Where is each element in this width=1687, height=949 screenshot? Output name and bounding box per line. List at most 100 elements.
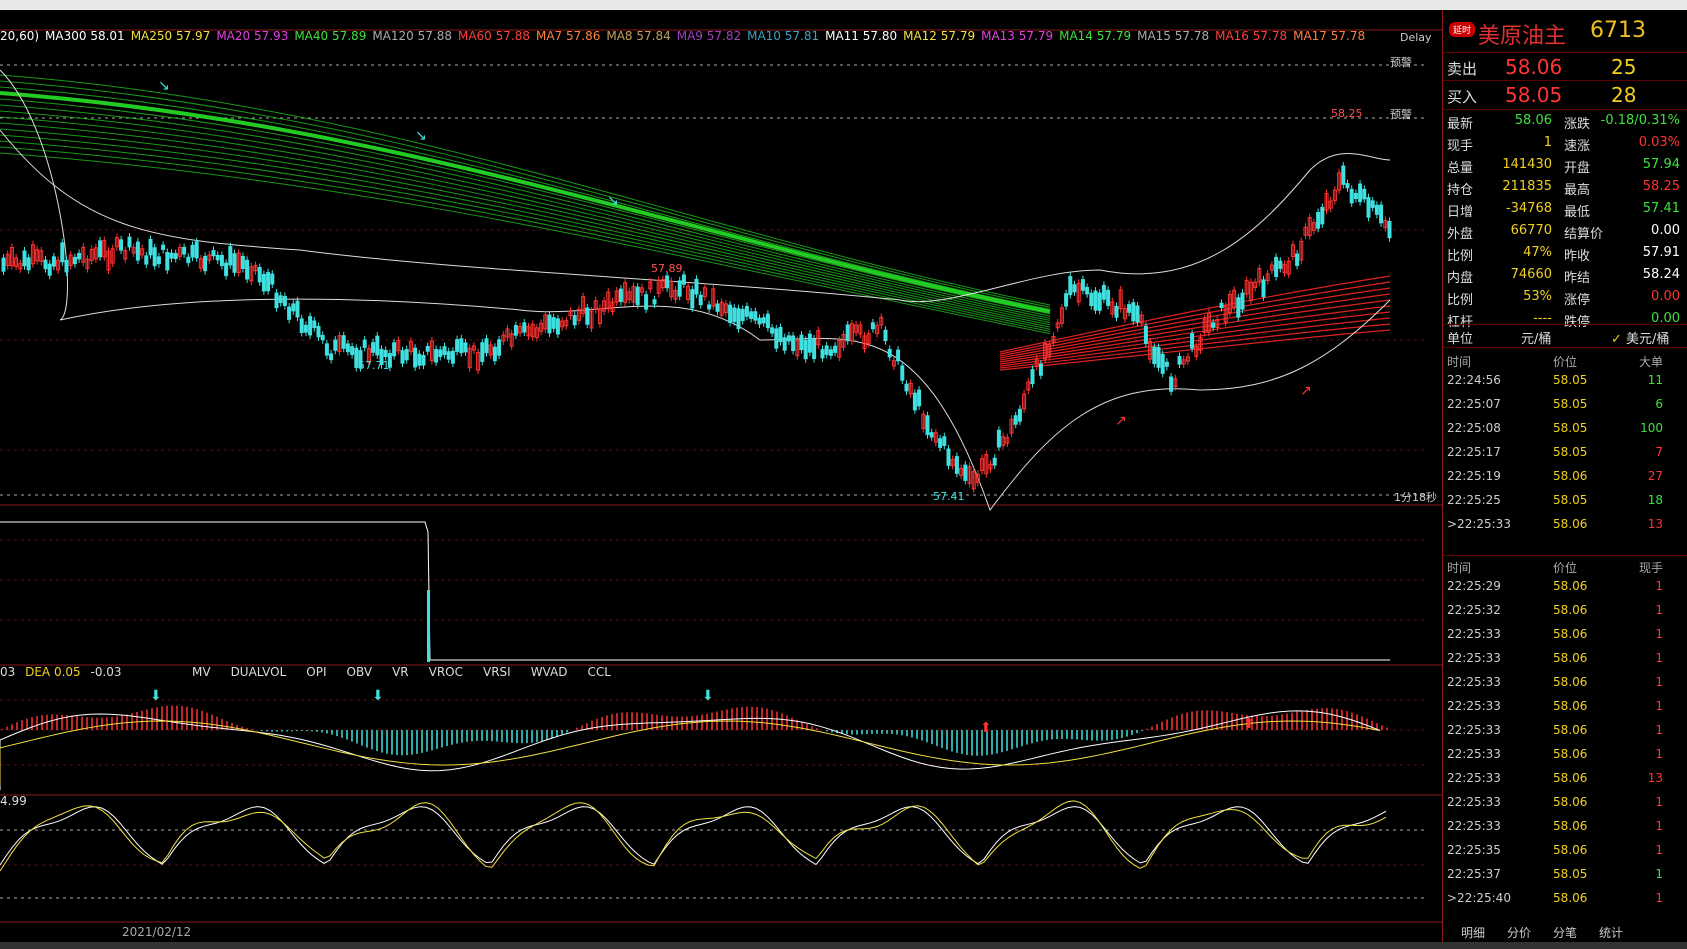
candle-body bbox=[1030, 369, 1035, 385]
sell-row: 卖出 58.06 25 bbox=[1443, 52, 1687, 81]
arrow-down-icon: ⬇ bbox=[702, 688, 714, 704]
stat-value: -34768 bbox=[1505, 201, 1552, 216]
detail-tab[interactable]: 分笔 bbox=[1553, 924, 1577, 941]
indicator-tab-opi[interactable]: OPI bbox=[306, 665, 326, 679]
ma-ribbon-line bbox=[999, 287, 1391, 357]
unit-cny-option[interactable]: 元/桶 bbox=[1521, 328, 1551, 347]
tick-volume: 1 bbox=[1655, 723, 1663, 737]
unit-label: 单位 bbox=[1447, 332, 1474, 347]
candle-body bbox=[765, 313, 770, 329]
candle-body bbox=[1236, 297, 1241, 318]
indicator-tab-vroc[interactable]: VROC bbox=[429, 665, 463, 679]
list-item: 22:25:33 58.06 1 bbox=[1443, 697, 1687, 721]
ma-legend-item: MA40 57.89 bbox=[294, 29, 367, 43]
candle-body bbox=[484, 338, 489, 354]
check-icon: ✓ bbox=[1611, 332, 1622, 347]
tick-time: 22:25:19 bbox=[1447, 469, 1501, 483]
tick-price: 58.05 bbox=[1553, 867, 1588, 881]
candle-body bbox=[1156, 347, 1161, 368]
candle-body bbox=[169, 252, 174, 259]
candle-body bbox=[413, 347, 418, 368]
tick-time: 22:25:33 bbox=[1447, 795, 1501, 809]
tick-price: 58.06 bbox=[1553, 603, 1588, 617]
chart-canvas[interactable]: ↘ ↘ ↘ ↗ ↗ ⬇ ⬇ ⬇ ⬆ ⬆ bbox=[0, 10, 1442, 942]
candle-body bbox=[400, 350, 405, 364]
candle-body bbox=[757, 317, 762, 325]
stat-label: 内盘 bbox=[1447, 271, 1474, 286]
candle-body bbox=[190, 244, 195, 258]
indicator-tab-mv[interactable]: MV bbox=[192, 665, 211, 679]
stat-value: 1 bbox=[1543, 135, 1552, 150]
candle-body bbox=[26, 257, 31, 271]
indicator-tab-obv[interactable]: OBV bbox=[347, 665, 373, 679]
detail-tab[interactable]: 分价 bbox=[1507, 924, 1531, 941]
candle-body bbox=[1080, 279, 1085, 291]
candle-body bbox=[1164, 361, 1169, 367]
indicator-tab-vr[interactable]: VR bbox=[392, 665, 409, 679]
candle-body bbox=[383, 349, 388, 358]
kline-chart-area[interactable]: ↘ ↘ ↘ ↗ ↗ ⬇ ⬇ ⬇ ⬆ ⬆ bbox=[0, 10, 1442, 942]
tick-time: >22:25:33 bbox=[1447, 517, 1511, 531]
signal-arrow-icon: ↘ bbox=[158, 78, 170, 94]
candle-body bbox=[1379, 204, 1384, 224]
stat-value: 58.24 bbox=[1642, 267, 1680, 282]
candle-body bbox=[1085, 287, 1090, 295]
candle-body bbox=[618, 288, 623, 302]
stat-value: 0.03% bbox=[1638, 135, 1680, 150]
tick-time: 22:25:33 bbox=[1447, 819, 1501, 833]
detail-tab[interactable]: 明细 bbox=[1461, 924, 1485, 941]
candle-body bbox=[1127, 304, 1132, 313]
candle-body bbox=[1370, 200, 1375, 208]
candle-body bbox=[635, 286, 640, 306]
candle-body bbox=[341, 335, 346, 349]
ma-ribbon-line bbox=[999, 281, 1391, 355]
detail-tab[interactable]: 统计 bbox=[1599, 924, 1623, 941]
candle-body bbox=[345, 343, 350, 353]
candle-body bbox=[1219, 302, 1224, 309]
candle-body bbox=[1387, 220, 1392, 239]
candle-body bbox=[812, 338, 817, 360]
quote-panel: 延时 美原油主 6713 卖出 58.06 25 买入 58.05 28 最新 5… bbox=[1442, 10, 1687, 942]
stat-label: 昨结 bbox=[1564, 271, 1591, 286]
candle-body bbox=[182, 246, 187, 255]
candle-body bbox=[278, 295, 283, 304]
big-orders-list: 时间 价位 大单 22:24:56 58.05 11 22:25:07 58.05 6 22:25… bbox=[1443, 351, 1687, 539]
ma-ribbon-line bbox=[0, 122, 1051, 324]
signal-arrow-icon: ↘ bbox=[415, 128, 427, 144]
candle-body bbox=[232, 253, 237, 273]
indicator-tab-vrsi[interactable]: VRSI bbox=[483, 665, 511, 679]
candle-body bbox=[1274, 256, 1279, 277]
indicator-tab-dualvol[interactable]: DUALVOL bbox=[231, 665, 287, 679]
unit-usd-option[interactable]: ✓ 美元/桶 bbox=[1611, 328, 1669, 347]
ma-legend-item: MA300 58.01 bbox=[45, 29, 125, 43]
status-strip bbox=[0, 942, 1687, 949]
candle-body bbox=[694, 278, 699, 295]
candle-body bbox=[135, 241, 140, 261]
candle-body bbox=[1101, 284, 1106, 300]
indicator-tab-ccl[interactable]: CCL bbox=[587, 665, 610, 679]
ma-legend-item: MA250 57.97 bbox=[130, 29, 211, 43]
column-header: 价位 bbox=[1553, 355, 1578, 369]
indicator-tab-wvad[interactable]: WVAD bbox=[531, 665, 568, 679]
tick-price: 58.06 bbox=[1553, 651, 1588, 665]
list-item: 22:25:37 58.05 1 bbox=[1443, 865, 1687, 889]
candle-body bbox=[896, 349, 901, 362]
candle-body bbox=[665, 275, 670, 289]
ma-legend-item: MA12 57.79 bbox=[903, 29, 976, 43]
tick-time: 22:25:33 bbox=[1447, 627, 1501, 641]
volume-line bbox=[0, 521, 1390, 661]
candle-body bbox=[770, 327, 775, 334]
list-item: 22:25:08 58.05 100 bbox=[1443, 419, 1687, 443]
tick-price: 58.06 bbox=[1553, 891, 1588, 905]
tick-price: 58.06 bbox=[1553, 723, 1588, 737]
candle-body bbox=[1097, 292, 1102, 311]
stat-value: 211835 bbox=[1502, 179, 1552, 194]
candle-body bbox=[728, 304, 733, 323]
tick-time: 22:25:35 bbox=[1447, 843, 1501, 857]
candle-body bbox=[98, 240, 103, 258]
candle-body bbox=[1017, 408, 1022, 422]
candle-body bbox=[1093, 290, 1098, 311]
instrument-name[interactable]: 美原油主 bbox=[1478, 18, 1566, 50]
candle-body bbox=[963, 464, 968, 481]
stat-label: 持仓 bbox=[1447, 183, 1474, 198]
